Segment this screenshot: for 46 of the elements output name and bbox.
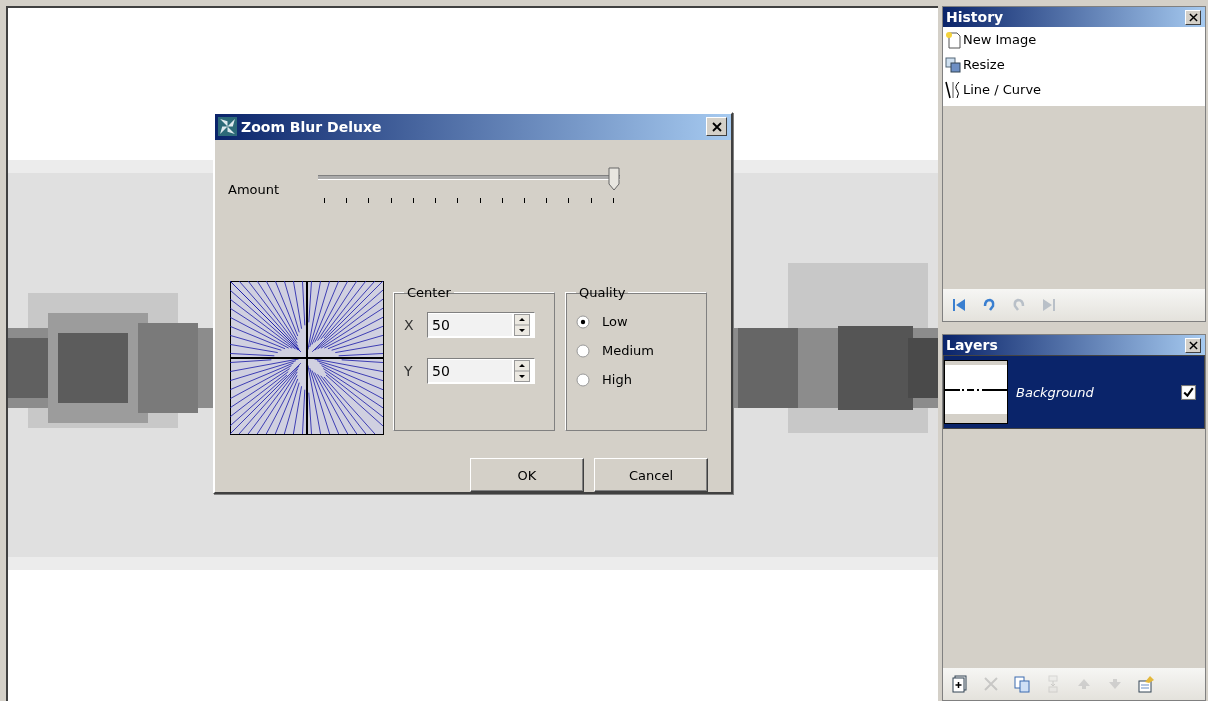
radio-button[interactable]	[576, 314, 590, 329]
history-item[interactable]: New Image	[943, 27, 1205, 52]
first-icon[interactable]	[951, 297, 967, 313]
close-button[interactable]	[1185, 337, 1201, 353]
history-label: Resize	[963, 57, 1005, 72]
spin-button[interactable]	[512, 360, 532, 382]
number-field[interactable]: 50	[427, 358, 535, 384]
radio-label: Low	[602, 314, 628, 329]
slider-thumb[interactable]	[608, 165, 620, 192]
pinwheel-icon	[218, 117, 237, 137]
amount-label: Amount	[228, 181, 281, 197]
number-field[interactable]: 50	[427, 312, 535, 338]
close-icon	[1188, 12, 1198, 22]
duplicate-icon[interactable]	[1013, 675, 1031, 693]
radio-label: High	[602, 372, 632, 387]
field-label: Y	[404, 363, 414, 379]
close-button[interactable]	[1185, 9, 1201, 25]
field-label: X	[404, 317, 415, 333]
panel-title: History	[946, 9, 1004, 25]
resize-icon	[945, 55, 961, 74]
history-item[interactable]: Line / Curve	[943, 77, 1205, 102]
layer-row[interactable]: Background	[943, 355, 1205, 429]
layer-name: Background	[1016, 384, 1095, 400]
zoom-preview-drawing[interactable]	[230, 281, 384, 435]
radio-label: Medium	[602, 343, 654, 358]
close-icon	[1188, 340, 1198, 350]
line-curve-icon	[945, 80, 961, 99]
group-label: Center	[406, 285, 452, 300]
radio-button[interactable]	[576, 343, 590, 358]
close-icon	[711, 121, 722, 132]
layer-thumbnail	[944, 360, 1008, 424]
close-button[interactable]	[706, 117, 727, 137]
group-label: Quality	[578, 285, 627, 300]
spin-button[interactable]	[512, 314, 532, 336]
history-label: Line / Curve	[963, 82, 1042, 97]
window-title: Zoom Blur Deluxe	[241, 118, 383, 135]
add-icon[interactable]	[951, 675, 969, 693]
history-label: New Image	[963, 32, 1037, 47]
ok-button[interactable]: OK	[470, 458, 584, 492]
visibility-checkbox[interactable]	[1181, 384, 1196, 400]
radio-button[interactable]	[576, 372, 590, 387]
history-item[interactable]: Resize	[943, 52, 1205, 77]
cancel-button[interactable]: Cancel	[594, 458, 708, 492]
properties-icon[interactable]	[1137, 675, 1155, 693]
undo-icon[interactable]	[981, 297, 997, 313]
panel-title: Layers	[946, 337, 998, 353]
